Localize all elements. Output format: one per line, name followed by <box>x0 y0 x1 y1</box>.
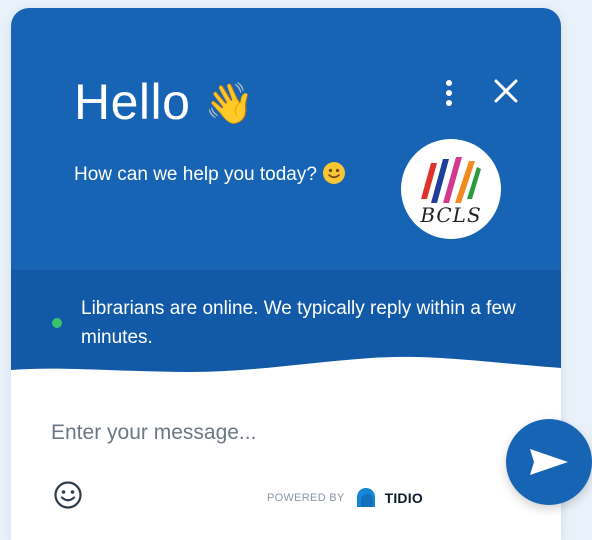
subtitle-text: How can we help you today? <box>74 164 317 185</box>
greeting-title: Hello 👋 <box>74 74 255 132</box>
library-logo-avatar: BCLS <box>401 139 501 239</box>
greeting-text: Hello <box>74 74 191 130</box>
status-message: Librarians are online. We typically repl… <box>81 298 516 348</box>
greeting-subtitle: How can we help you today? <box>74 160 354 190</box>
tidio-logo-icon <box>356 488 375 507</box>
emoji-smile-icon <box>54 481 82 509</box>
powered-by-tidio[interactable]: POWERED BY TIDIO <box>267 486 423 510</box>
chat-header: Hello 👋 How can we help you today? BCLS <box>11 8 561 270</box>
powered-by-label: POWERED BY <box>267 492 345 504</box>
emoji-button[interactable] <box>53 480 83 510</box>
avatar-label: BCLS <box>420 203 482 227</box>
chat-widget: Hello 👋 How can we help you today? BCLS … <box>11 8 561 540</box>
tidio-brand-name: TIDIO <box>384 490 423 506</box>
more-options-button[interactable] <box>439 78 459 108</box>
message-input[interactable] <box>51 413 471 453</box>
close-icon <box>494 79 518 103</box>
send-arrow-icon <box>530 449 568 475</box>
online-status-dot <box>52 318 62 328</box>
kebab-menu-icon <box>446 80 452 86</box>
close-button[interactable] <box>491 76 521 106</box>
slightly-smiling-face-icon <box>322 162 345 184</box>
send-button[interactable] <box>506 419 592 505</box>
waving-hand-icon: 👋 <box>204 82 255 126</box>
